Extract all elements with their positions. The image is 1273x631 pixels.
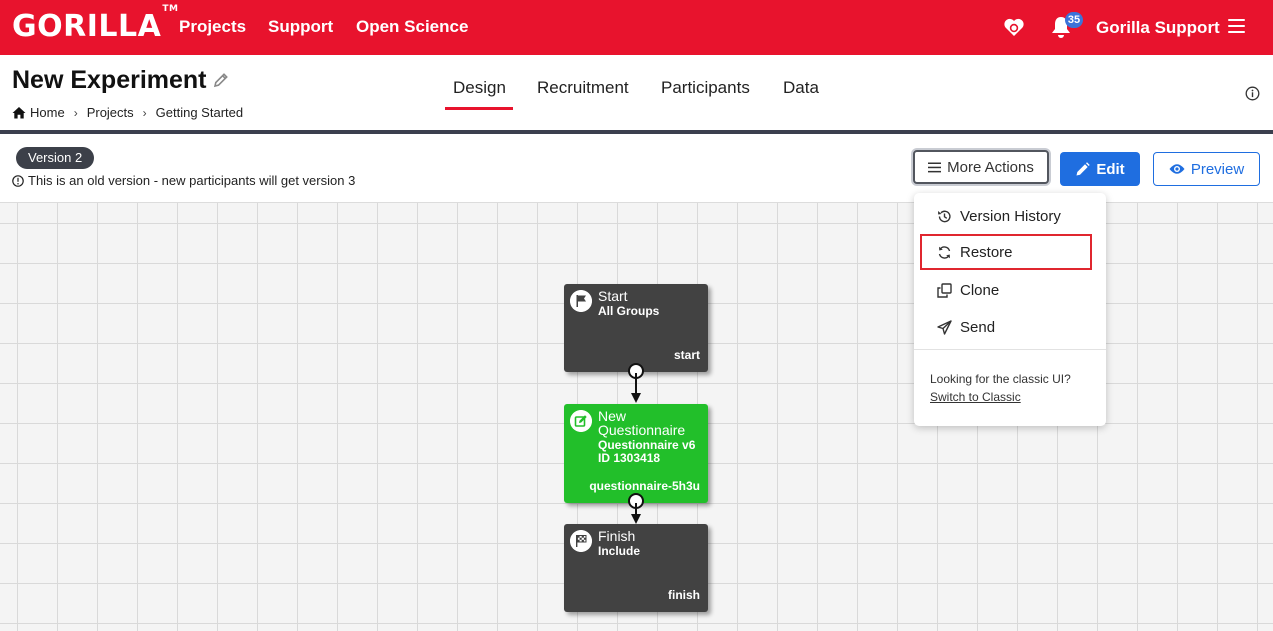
active-tab-indicator bbox=[445, 107, 513, 110]
node-subtitle: Include bbox=[598, 544, 641, 558]
checkered-flag-icon bbox=[570, 530, 592, 552]
list-icon bbox=[928, 162, 942, 172]
node-title: New Questionnaire bbox=[598, 408, 686, 438]
nav-projects[interactable]: Projects bbox=[179, 17, 246, 37]
tab-design[interactable]: Design bbox=[453, 78, 506, 98]
tab-data[interactable]: Data bbox=[783, 78, 819, 98]
preview-button[interactable]: Preview bbox=[1153, 152, 1260, 186]
exclamation-circle-icon bbox=[12, 174, 24, 187]
eye-icon bbox=[1169, 164, 1185, 174]
page-title: New Experiment bbox=[12, 66, 207, 94]
node-finish[interactable]: Finish Include finish bbox=[564, 524, 708, 612]
info-icon[interactable] bbox=[1245, 86, 1260, 101]
node-id: questionnaire-5h3u bbox=[589, 479, 700, 493]
old-version-notice: This is an old version - new participant… bbox=[12, 173, 355, 188]
node-id: finish bbox=[668, 588, 700, 602]
rename-pencil-icon[interactable] bbox=[212, 71, 230, 89]
pencil-icon bbox=[1076, 161, 1091, 175]
hamburger-menu-icon[interactable] bbox=[1228, 19, 1245, 33]
paper-plane-icon bbox=[937, 319, 952, 335]
tab-recruitment[interactable]: Recruitment bbox=[537, 78, 629, 98]
node-subtitle: All Groups bbox=[598, 304, 660, 318]
edit-label: Edit bbox=[1096, 160, 1125, 178]
breadcrumb-projects[interactable]: Projects bbox=[87, 105, 134, 120]
more-actions-dropdown: Version History Restore Clone Send Looki… bbox=[914, 193, 1106, 426]
more-actions-button[interactable]: More Actions bbox=[913, 150, 1049, 184]
gorilla-logo[interactable]: GORILLATM bbox=[12, 4, 178, 44]
menu-item-send[interactable]: Send bbox=[920, 309, 1092, 345]
classic-ui-note: Looking for the classic UI? bbox=[930, 372, 1071, 386]
version-badge: Version 2 bbox=[16, 147, 95, 169]
tab-participants[interactable]: Participants bbox=[661, 78, 750, 98]
top-nav-bar: GORILLATM Projects Support Open Science … bbox=[0, 0, 1273, 55]
node-id: start bbox=[673, 348, 700, 362]
dropdown-divider bbox=[914, 349, 1106, 350]
preview-label: Preview bbox=[1190, 160, 1245, 178]
switch-to-classic-link[interactable]: Switch to Classic bbox=[930, 390, 1021, 404]
notification-badge: 35 bbox=[1065, 12, 1083, 28]
menu-item-version-history[interactable]: Version History bbox=[920, 198, 1092, 234]
node-title: Finish bbox=[598, 528, 636, 544]
chevron-right-icon: › bbox=[142, 105, 147, 120]
edit-icon bbox=[570, 410, 592, 432]
edit-button[interactable]: Edit bbox=[1060, 152, 1140, 186]
menu-item-clone[interactable]: Clone bbox=[920, 272, 1092, 308]
nav-support[interactable]: Support bbox=[268, 17, 333, 37]
menu-item-restore[interactable]: Restore bbox=[920, 234, 1092, 270]
node-questionnaire[interactable]: New Questionnaire Questionnaire v6 ID 130… bbox=[564, 404, 708, 503]
clone-icon bbox=[937, 282, 952, 298]
breadcrumb: Home › Projects › Getting Started bbox=[12, 105, 243, 120]
old-version-text: This is an old version - new participant… bbox=[28, 173, 356, 188]
user-menu[interactable]: Gorilla Support bbox=[1096, 18, 1220, 38]
home-icon bbox=[12, 107, 26, 119]
chevron-right-icon: › bbox=[73, 105, 78, 120]
heart-icon[interactable] bbox=[1003, 16, 1025, 38]
breadcrumb-home[interactable]: Home bbox=[30, 105, 65, 120]
connector-arrow[interactable] bbox=[626, 363, 646, 403]
node-title: Start bbox=[598, 288, 628, 304]
more-actions-label: More Actions bbox=[947, 158, 1034, 176]
node-subtitle-id: ID 1303418 bbox=[598, 451, 661, 465]
node-start[interactable]: Start All Groups start bbox=[564, 284, 708, 372]
header-divider bbox=[0, 130, 1273, 134]
history-icon bbox=[938, 210, 951, 222]
breadcrumb-getting-started[interactable]: Getting Started bbox=[156, 105, 243, 120]
refresh-icon bbox=[938, 245, 951, 259]
nav-open-science[interactable]: Open Science bbox=[356, 17, 468, 37]
flag-icon bbox=[570, 290, 592, 312]
